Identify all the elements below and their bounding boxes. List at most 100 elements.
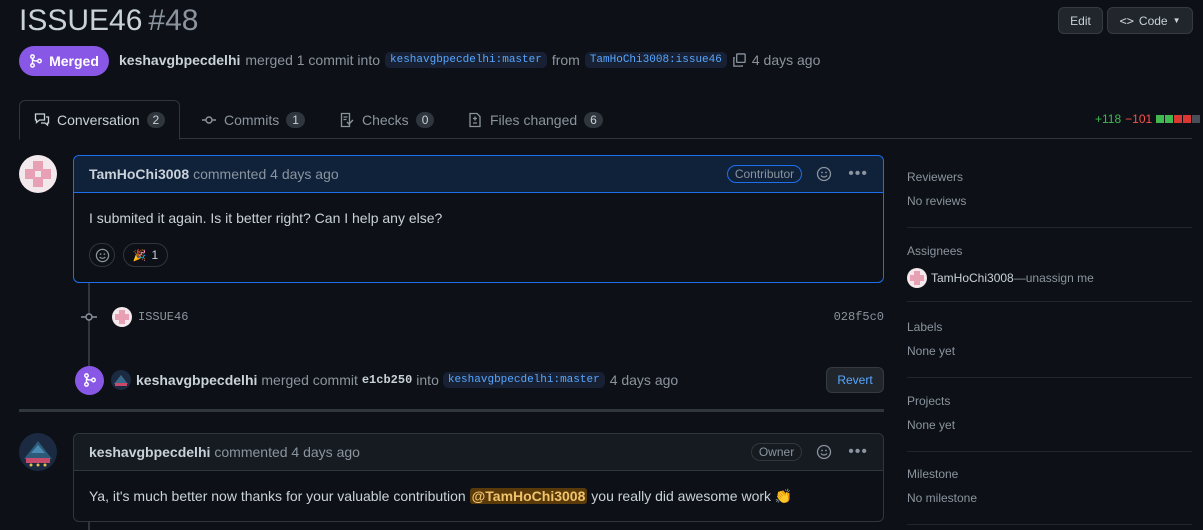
sidebar-milestone-title[interactable]: Milestone (907, 467, 1192, 481)
avatar[interactable] (111, 370, 131, 390)
commit-event: ISSUE46 028f5c0 (80, 306, 884, 328)
pr-title-text: ISSUE46 (19, 4, 143, 37)
git-commit-icon (202, 115, 216, 124)
tab-checks[interactable]: Checks 0 (339, 100, 435, 139)
reactions: 🎉 1 (89, 243, 168, 267)
copy-icon[interactable] (732, 52, 747, 68)
avatar-image (114, 375, 128, 386)
reaction-hooray-button[interactable]: 🎉 1 (123, 243, 168, 267)
tab-commits-label: Commits (224, 111, 280, 128)
triangle-down-icon: ▼ (1172, 16, 1181, 25)
kebab-horizontal-icon[interactable]: ••• (848, 443, 868, 461)
tab-checks-count: 0 (415, 111, 435, 128)
base-branch-label[interactable]: keshavgbpecdelhi:master (385, 52, 547, 68)
merge-event: keshavgbpecdelhi merged commit e1cb250 i… (75, 365, 884, 395)
merged-badge-label: Merged (49, 53, 99, 69)
timeline-divider (19, 409, 884, 412)
smiley-icon[interactable] (816, 444, 832, 460)
tab-files-changed-label: Files changed (490, 111, 578, 128)
comment-author[interactable]: keshavgbpecdelhi (89, 444, 210, 460)
merger-username[interactable]: keshavgbpecdelhi (119, 52, 240, 68)
tab-checks-label: Checks (362, 111, 409, 128)
code-button-label: Code (1138, 13, 1168, 28)
tab-conversation-label: Conversation (57, 112, 140, 128)
diffstat-additions: +118 (1095, 112, 1122, 126)
reaction-emoji: 🎉 (132, 249, 147, 262)
revert-button[interactable]: Revert (826, 367, 884, 393)
comment-body-text: Ya, it's much better now thanks for your… (89, 488, 466, 504)
assignee-name[interactable]: TamHoChi3008 (931, 271, 1014, 285)
tab-conversation[interactable]: Conversation 2 (19, 100, 181, 140)
comment-body-text-end: you really did awesome work 👏 (591, 488, 793, 504)
code-button[interactable]: <> Code ▼ (1107, 7, 1193, 34)
merge-event-author[interactable]: keshavgbpecdelhi (136, 372, 257, 388)
sidebar-labels-value: None yet (907, 344, 956, 358)
avatar[interactable] (19, 155, 57, 193)
comment-meta[interactable]: commented 4 days ago (214, 444, 360, 460)
identicon-avatar (115, 310, 129, 324)
timeline-line (88, 522, 90, 530)
tab-files-changed[interactable]: Files changed 6 (467, 100, 603, 139)
merge-time: 4 days ago (751, 52, 821, 68)
reaction-count: 1 (151, 248, 159, 262)
sidebar-reviewers-title[interactable]: Reviewers (907, 170, 1192, 184)
git-merge-icon (30, 54, 43, 68)
diffstat-bar (1156, 115, 1201, 123)
edit-button[interactable]: Edit (1058, 7, 1103, 34)
pr-tabs: Conversation 2 Commits 1 Checks 0 Files … (19, 100, 1192, 140)
from-text: from (551, 52, 580, 68)
comment-meta[interactable]: commented 4 days ago (193, 166, 339, 182)
merge-event-action: merged commit (261, 372, 358, 388)
user-mention[interactable]: @TamHoChi3008 (469, 488, 588, 504)
diffstat: +118 −101 (1095, 112, 1201, 126)
head-branch-label[interactable]: TamHoChi3008:issue46 (584, 52, 727, 68)
diffstat-deletions: −101 (1125, 112, 1153, 126)
sidebar-projects: Projects None yet (907, 394, 1192, 452)
tab-files-changed-count: 6 (584, 111, 603, 128)
sidebar-projects-value: None yet (907, 418, 956, 432)
comment-body: I submited it again. Is it better right?… (89, 210, 443, 226)
merge-target-branch[interactable]: keshavgbpecdelhi:master (442, 372, 605, 388)
sidebar-assignees-title[interactable]: Assignees (907, 244, 1192, 258)
checklist-icon (340, 112, 354, 127)
git-commit-icon (81, 313, 97, 321)
smiley-icon[interactable] (816, 166, 832, 182)
git-merge-icon (75, 365, 104, 395)
sidebar-assignees: Assignees TamHoChi3008 —unassign me (907, 244, 1192, 302)
kebab-horizontal-icon[interactable]: ••• (848, 165, 868, 183)
code-icon: <> (1119, 13, 1134, 28)
merged-status-badge: Merged (19, 46, 109, 76)
sidebar-reviewers: Reviewers No reviews (907, 170, 1192, 228)
avatar[interactable] (112, 307, 132, 327)
merge-action-text: merged 1 commit into (245, 52, 380, 68)
role-badge: Contributor (726, 165, 803, 183)
sidebar-milestone-value: No milestone (907, 491, 978, 505)
comment-card: TamHoChi3008 commented 4 days ago Contri… (73, 155, 884, 283)
add-reaction-button[interactable] (89, 243, 115, 267)
sidebar-projects-title[interactable]: Projects (907, 394, 1192, 408)
pr-title: ISSUE46 #48 (19, 4, 198, 38)
sidebar-labels: Labels None yet (907, 320, 1192, 378)
sidebar-milestone: Milestone No milestone (907, 467, 1192, 525)
comment-header: TamHoChi3008 commented 4 days ago Contri… (74, 156, 883, 193)
smiley-icon (95, 248, 109, 262)
comment-header: keshavgbpecdelhi commented 4 days ago Ow… (74, 434, 883, 471)
into-text: into (416, 372, 439, 388)
sidebar-labels-title[interactable]: Labels (907, 320, 1192, 334)
commit-sha[interactable]: 028f5c0 (834, 310, 884, 324)
merge-summary: keshavgbpecdelhi merged 1 commit into ke… (119, 52, 820, 68)
comment-author[interactable]: TamHoChi3008 (89, 166, 189, 182)
avatar[interactable] (19, 433, 57, 471)
file-diff-icon (469, 112, 481, 127)
tab-commits-count: 1 (286, 111, 305, 128)
identicon-avatar (25, 161, 51, 187)
sidebar-assignees-value: TamHoChi3008 —unassign me (907, 268, 1192, 288)
unassign-me-link[interactable]: —unassign me (1014, 271, 1094, 285)
commit-message[interactable]: ISSUE46 (138, 310, 188, 324)
merge-event-time[interactable]: 4 days ago (610, 372, 679, 388)
comment-card: keshavgbpecdelhi commented 4 days ago Ow… (73, 433, 884, 522)
identicon-avatar (910, 271, 924, 285)
merge-commit-sha[interactable]: e1cb250 (362, 373, 412, 387)
avatar[interactable] (907, 268, 927, 288)
tab-commits[interactable]: Commits 1 (201, 100, 305, 139)
